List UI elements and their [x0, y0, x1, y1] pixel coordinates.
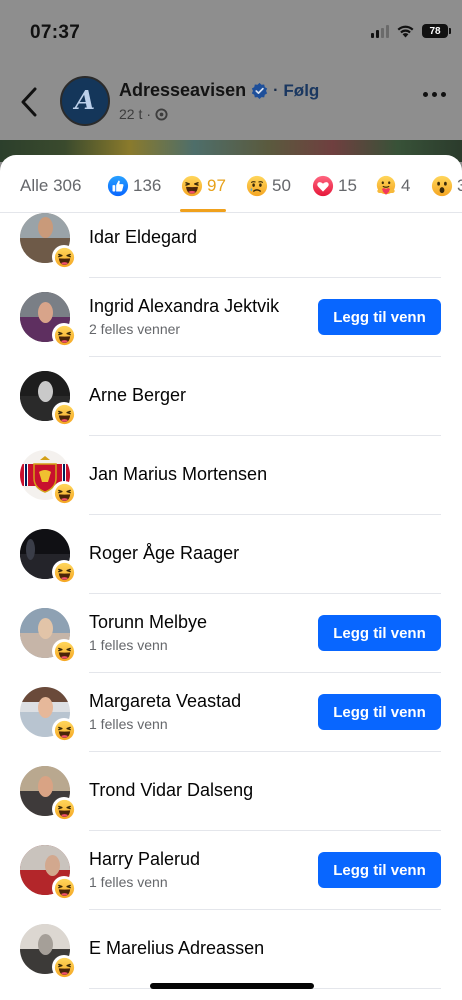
person-name[interactable]: Jan Marius Mortensen: [89, 464, 267, 485]
tab-sad-count: 50: [272, 176, 291, 195]
follow-button[interactable]: Følg: [283, 81, 319, 101]
mutual-friends: 1 felles venn: [89, 716, 168, 732]
list-item[interactable]: Jan Marius Mortensen: [0, 436, 462, 515]
page-name[interactable]: Adresseavisen: [119, 80, 246, 101]
mutual-friends: 1 felles venn: [89, 874, 168, 890]
battery-icon: 78: [422, 24, 451, 38]
tab-care[interactable]: 4: [375, 174, 410, 198]
tab-sad[interactable]: 50: [246, 174, 291, 198]
tab-like-count: 136: [133, 176, 162, 195]
cellular-signal-icon: [371, 24, 389, 38]
reaction-badge: [52, 797, 76, 821]
add-friend-button[interactable]: Legg til venn: [318, 694, 441, 730]
status-time: 07:37: [30, 22, 81, 43]
list-item[interactable]: E Marelius Adreassen: [0, 910, 462, 989]
reaction-badge: [52, 481, 76, 505]
reaction-badge: [52, 955, 76, 979]
person-name[interactable]: Trond Vidar Dalseng: [89, 780, 253, 801]
person-name[interactable]: Idar Eldegard: [89, 227, 197, 248]
chevron-left-icon: [21, 87, 37, 117]
active-tab-indicator: [180, 209, 226, 212]
person-name[interactable]: Ingrid Alexandra Jektvik: [89, 296, 279, 317]
list-item[interactable]: Ingrid Alexandra Jektvik 2 felles venner…: [0, 278, 462, 357]
tab-love-count: 15: [338, 176, 357, 195]
like-icon: [107, 175, 129, 197]
reaction-badge: [52, 323, 76, 347]
tab-care-count: 4: [401, 176, 411, 195]
tab-all[interactable]: Alle 306: [20, 174, 81, 198]
reaction-badge: [52, 639, 76, 663]
tab-all-label: Alle 306: [20, 176, 82, 195]
haha-icon: [54, 878, 75, 899]
reaction-people-list: Idar Eldegard Ingrid Alexandra Jektvik 2…: [0, 213, 462, 989]
post-time[interactable]: 22 t: [119, 106, 142, 122]
care-icon: [375, 175, 397, 197]
page-avatar[interactable]: A: [60, 76, 110, 126]
tab-love[interactable]: 15: [312, 174, 357, 198]
reactions-sheet: Alle 306 136 97 50 15 4 3 Idar Eldegard …: [0, 155, 462, 1000]
sad-icon: [246, 175, 268, 197]
haha-icon: [54, 404, 75, 425]
person-name[interactable]: Roger Åge Raager: [89, 543, 239, 564]
haha-icon: [181, 175, 203, 197]
haha-icon: [54, 799, 75, 820]
haha-icon: [54, 325, 75, 346]
haha-icon: [54, 483, 75, 504]
person-name[interactable]: E Marelius Adreassen: [89, 938, 264, 959]
audience-settings-icon: [155, 107, 168, 121]
tab-wow-count: 3: [457, 176, 462, 195]
list-item[interactable]: Idar Eldegard: [0, 213, 462, 278]
tab-wow[interactable]: 3: [431, 174, 462, 198]
reaction-tabs: Alle 306 136 97 50 15 4 3: [0, 155, 462, 213]
tab-like[interactable]: 136: [107, 174, 161, 198]
verified-badge-icon: [251, 82, 268, 99]
haha-icon: [54, 247, 75, 268]
name-separator: ·: [273, 81, 279, 99]
add-friend-button[interactable]: Legg til venn: [318, 615, 441, 651]
tab-haha[interactable]: 97: [181, 174, 226, 198]
post-header: A Adresseavisen · Følg 22 t ·: [0, 64, 462, 144]
list-item[interactable]: Margareta Veastad 1 felles venn Legg til…: [0, 673, 462, 752]
reaction-badge: [52, 718, 76, 742]
person-name[interactable]: Torunn Melbye: [89, 612, 207, 633]
wifi-icon: [397, 25, 414, 38]
post-meta: 22 t ·: [119, 106, 168, 122]
reaction-badge: [52, 876, 76, 900]
person-name[interactable]: Arne Berger: [89, 385, 186, 406]
haha-icon: [54, 720, 75, 741]
mutual-friends: 1 felles venn: [89, 637, 168, 653]
haha-icon: [54, 641, 75, 662]
person-name[interactable]: Margareta Veastad: [89, 691, 241, 712]
add-friend-button[interactable]: Legg til venn: [318, 852, 441, 888]
back-button[interactable]: [14, 84, 44, 120]
status-bar: 07:37 78: [0, 0, 462, 64]
wow-icon: [431, 175, 453, 197]
page-name-row: Adresseavisen · Følg: [119, 80, 319, 101]
status-icons: 78: [371, 24, 451, 38]
love-icon: [312, 175, 334, 197]
list-item[interactable]: Roger Åge Raager: [0, 515, 462, 594]
list-item[interactable]: Arne Berger: [0, 357, 462, 436]
tab-haha-count: 97: [207, 176, 226, 195]
list-item[interactable]: Harry Palerud 1 felles venn Legg til ven…: [0, 831, 462, 910]
reaction-badge: [52, 402, 76, 426]
mutual-friends: 2 felles venner: [89, 321, 181, 337]
haha-icon: [54, 957, 75, 978]
meta-separator: ·: [146, 106, 152, 122]
reaction-badge: [52, 245, 76, 269]
home-indicator[interactable]: [150, 983, 314, 989]
list-item[interactable]: Torunn Melbye 1 felles venn Legg til ven…: [0, 594, 462, 673]
reaction-badge: [52, 560, 76, 584]
list-item[interactable]: Trond Vidar Dalseng: [0, 752, 462, 831]
more-options-button[interactable]: [423, 92, 446, 97]
haha-icon: [54, 562, 75, 583]
person-name[interactable]: Harry Palerud: [89, 849, 200, 870]
add-friend-button[interactable]: Legg til venn: [318, 299, 441, 335]
